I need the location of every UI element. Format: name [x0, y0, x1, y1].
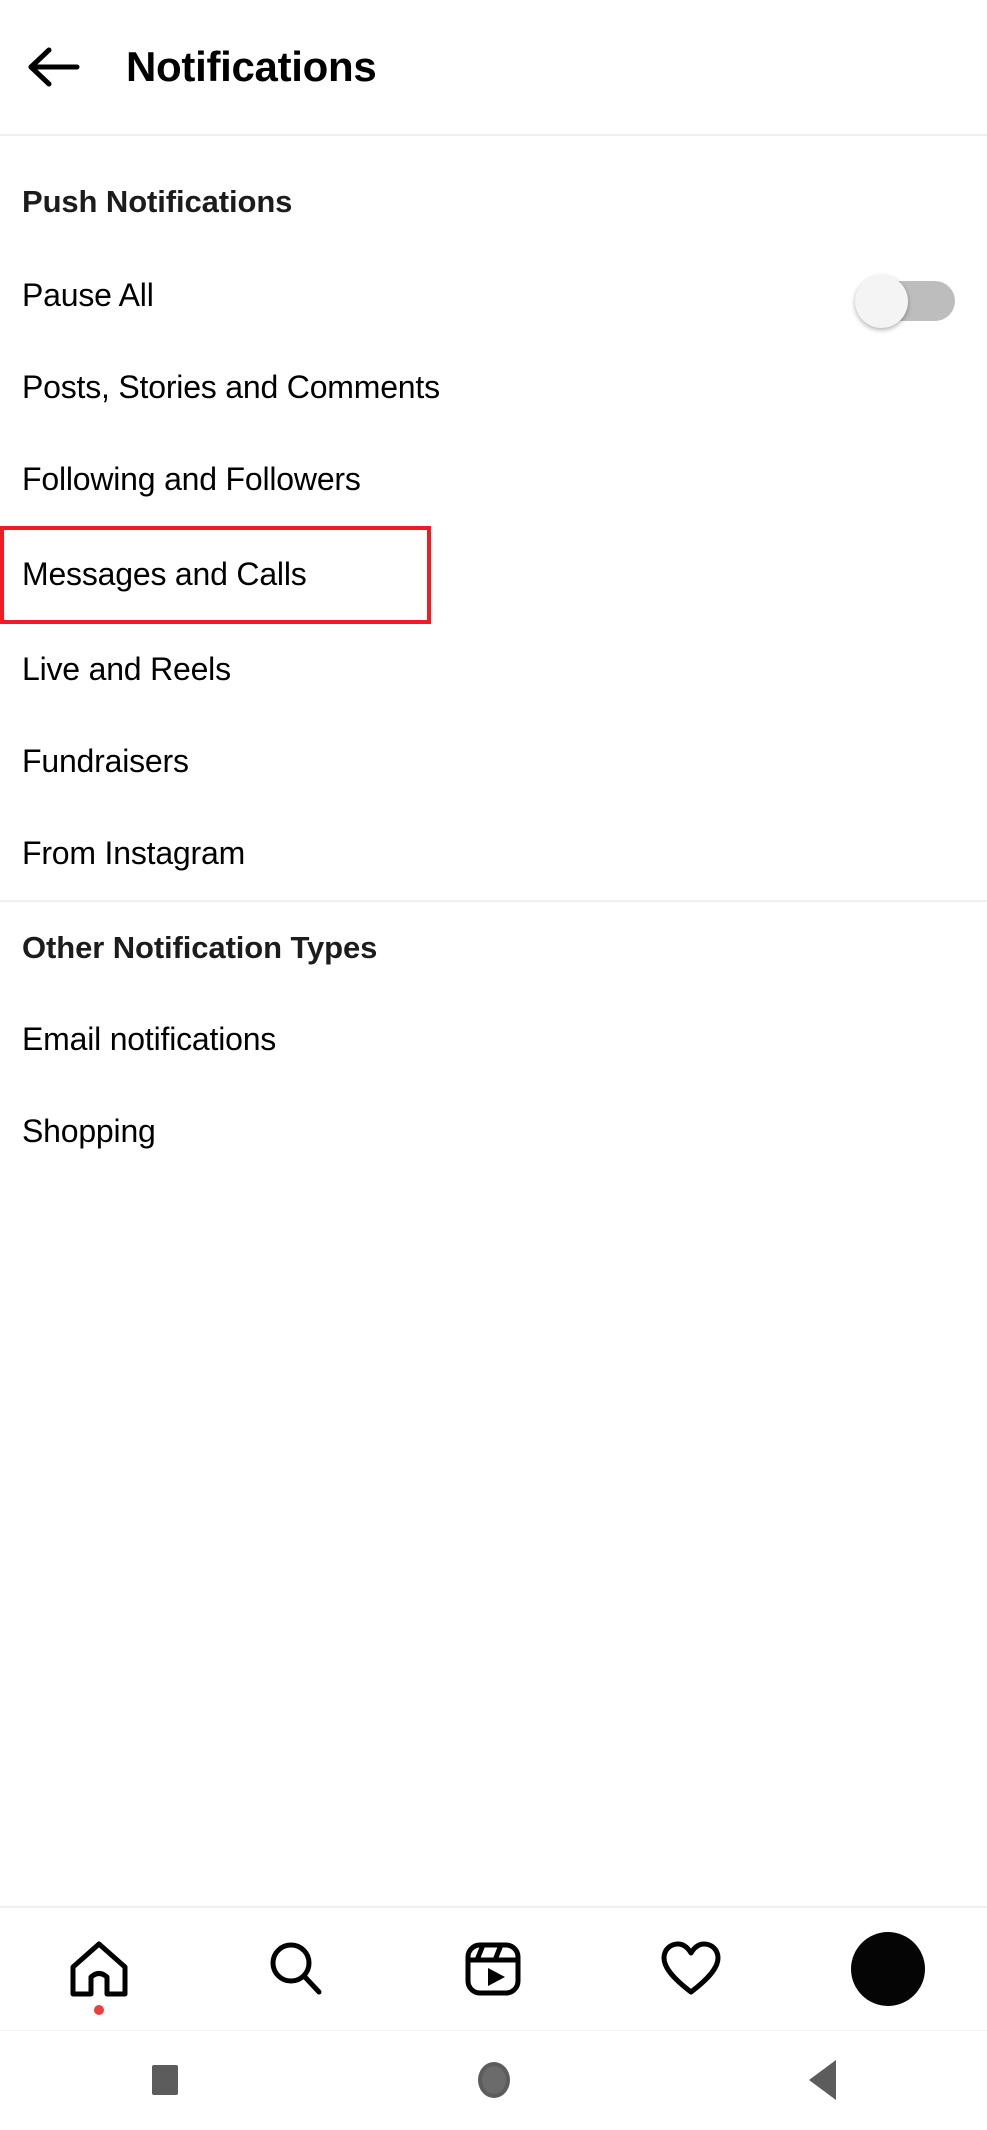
system-recents-button[interactable] [75, 2031, 255, 2130]
tab-search[interactable] [221, 1907, 371, 2031]
row-messages-and-calls[interactable]: Messages and Calls [0, 526, 431, 624]
tab-reels[interactable] [418, 1907, 568, 2031]
row-following-and-followers[interactable]: Following and Followers [0, 434, 987, 526]
section-header-other-notification-types: Other Notification Types [22, 930, 378, 965]
row-live-and-reels[interactable]: Live and Reels [0, 624, 987, 716]
tab-activity[interactable] [616, 1907, 766, 2031]
row-fundraisers[interactable]: Fundraisers [0, 716, 987, 808]
reels-icon [463, 1939, 523, 1999]
section-header-push-notifications: Push Notifications [22, 184, 293, 219]
page-title: Notifications [126, 43, 377, 90]
tab-profile[interactable] [813, 1907, 963, 2031]
recents-square-icon [151, 2065, 178, 2095]
row-from-instagram[interactable]: From Instagram [0, 808, 987, 900]
back-triangle-icon [809, 2060, 836, 2100]
system-back-button[interactable] [733, 2031, 913, 2130]
profile-avatar [851, 1932, 926, 2006]
row-label: Following and Followers [22, 461, 361, 498]
row-label: Email notifications [22, 1021, 277, 1058]
row-label: Pause All [22, 277, 154, 314]
settings-content: Push Notifications Pause All Posts, Stor… [0, 136, 987, 1906]
bottom-tab-bar [0, 1906, 987, 2030]
system-navigation-bar [0, 2030, 987, 2129]
section-push-notifications: Push Notifications Pause All Posts, Stor… [0, 136, 987, 900]
row-pause-all[interactable]: Pause All [0, 250, 987, 342]
home-badge-dot [93, 2005, 104, 2015]
section-other-notification-types: Other Notification Types Email notificat… [0, 900, 987, 1178]
row-posts-stories-comments[interactable]: Posts, Stories and Comments [0, 342, 987, 434]
back-arrow-icon [27, 47, 81, 87]
back-button[interactable] [6, 47, 102, 87]
pause-all-toggle[interactable] [855, 275, 955, 328]
notifications-settings-screen: Notifications Push Notifications Pause A… [0, 0, 987, 2129]
tab-home[interactable] [24, 1907, 174, 2031]
row-shopping[interactable]: Shopping [0, 1086, 987, 1178]
home-icon [68, 1939, 130, 1999]
row-label: Live and Reels [22, 651, 231, 688]
app-header: Notifications [0, 0, 987, 136]
row-label: Messages and Calls [22, 556, 307, 593]
system-home-button[interactable] [404, 2031, 584, 2130]
toggle-knob [855, 275, 908, 328]
search-icon [266, 1939, 326, 1999]
row-label: Shopping [22, 1113, 156, 1150]
row-email-notifications[interactable]: Email notifications [0, 994, 987, 1086]
heart-icon [660, 1940, 722, 1998]
home-circle-icon [477, 2062, 510, 2098]
row-label: From Instagram [22, 835, 246, 872]
row-label: Posts, Stories and Comments [22, 369, 440, 406]
row-label: Fundraisers [22, 743, 189, 780]
